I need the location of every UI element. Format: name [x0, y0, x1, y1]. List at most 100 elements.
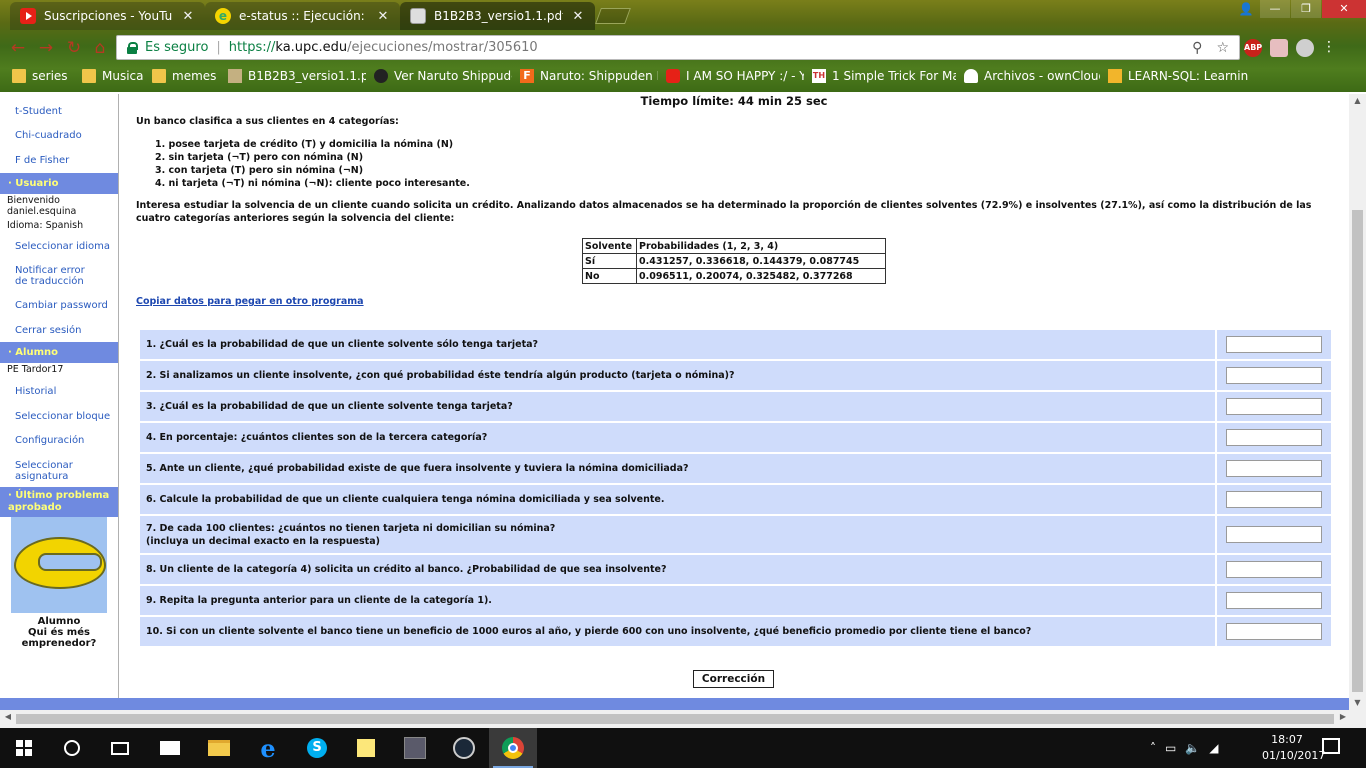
table-cell: No [582, 268, 637, 284]
bookmark-pdf[interactable]: B1B2B3_versio1.1.pdf [228, 62, 366, 90]
sidebar-link-change-password[interactable]: Cambiar password [0, 300, 118, 311]
sidebar-link-select-block[interactable]: Seleccionar bloque [0, 411, 118, 422]
sidebar-link-logout[interactable]: Cerrar sesión [0, 325, 118, 336]
bookmark-label: memes [172, 69, 217, 83]
restore-button[interactable]: ❐ [1291, 0, 1321, 18]
bookmark-simple-trick[interactable]: TH 1 Simple Trick For Ma [812, 62, 956, 90]
close-icon[interactable]: ✕ [571, 9, 585, 24]
extension-icon[interactable] [1296, 39, 1314, 57]
wifi-icon[interactable]: ◢ [1209, 741, 1218, 755]
home-icon[interactable]: ⌂ [90, 38, 110, 58]
page-footer-band [0, 698, 1349, 710]
e-status-logo[interactable] [11, 517, 107, 613]
bookmark-series[interactable]: series [12, 62, 74, 90]
chrome-app[interactable] [489, 728, 537, 768]
sticky-notes-app[interactable] [342, 728, 390, 768]
address-bar[interactable]: Es seguro | https:// ka.upc.edu /ejecuci… [116, 35, 1240, 60]
tab-youtube[interactable]: Suscripciones - YouTube ✕ [10, 2, 205, 30]
bookmark-youtube[interactable]: I AM SO HAPPY :/ - Y [666, 62, 804, 90]
question-row: 4. En porcentaje: ¿cuántos clientes son … [140, 423, 1331, 454]
sidebar-link-configuration[interactable]: Configuración [0, 435, 118, 446]
answer-input-4[interactable] [1226, 429, 1322, 446]
questions-list: 1. ¿Cuál es la probabilidad de que un cl… [140, 330, 1331, 648]
close-icon[interactable]: ✕ [181, 9, 195, 24]
zoom-icon[interactable]: ⚲ [1192, 40, 1202, 56]
sidebar-header-usuario: · Usuario [0, 173, 118, 194]
answer-input-1[interactable] [1226, 336, 1322, 353]
bookmarks-bar: series Musica memes B1B2B3_versio1.1.pdf… [0, 62, 1366, 90]
file-explorer-app[interactable] [195, 728, 243, 768]
answer-input-7[interactable] [1226, 526, 1322, 543]
answer-input-3[interactable] [1226, 398, 1322, 415]
window-close-button[interactable]: ✕ [1322, 0, 1366, 18]
chevron-up-icon[interactable]: ˄ [1150, 741, 1156, 755]
bookmark-musica[interactable]: Musica [82, 62, 144, 90]
scroll-left-icon[interactable]: ◀ [1, 712, 15, 721]
answer-input-5[interactable] [1226, 460, 1322, 477]
edge-app[interactable]: e [244, 728, 292, 768]
answer-input-8[interactable] [1226, 561, 1322, 578]
sidebar-link-report-error[interactable]: Notificar error de traducción [0, 265, 100, 287]
sidebar-link-chi-cuadrado[interactable]: Chi-cuadrado [0, 130, 118, 141]
adblock-plus-icon[interactable]: ABP [1244, 39, 1262, 57]
url-host: ka.upc.edu [275, 40, 348, 55]
scrollbar-thumb[interactable] [1352, 210, 1363, 692]
sidebar-link-historial[interactable]: Historial [0, 386, 118, 397]
bookmark-memes[interactable]: memes [152, 62, 220, 90]
notifications-icon[interactable] [1322, 738, 1340, 754]
scrollbar-thumb[interactable] [16, 714, 1334, 724]
bookmark-label: Musica [102, 69, 144, 83]
forward-arrow-icon[interactable]: → [36, 38, 56, 58]
volume-icon[interactable]: 🔈 [1185, 741, 1200, 755]
minimize-button[interactable]: — [1260, 0, 1290, 18]
battery-icon[interactable]: ▭ [1165, 741, 1176, 755]
sidebar-link-f-fisher[interactable]: F de Fisher [0, 155, 118, 166]
steam-icon [453, 737, 475, 759]
answer-input-6[interactable] [1226, 491, 1322, 508]
photo-app[interactable] [391, 728, 439, 768]
copy-data-link[interactable]: Copiar datos para pegar en otro programa [136, 296, 364, 307]
th-site-icon: TH [812, 69, 826, 83]
tab-pdf[interactable]: B1B2B3_versio1.1.pdf ✕ [400, 2, 595, 30]
horizontal-scrollbar[interactable]: ◀ ▶ [0, 710, 1366, 728]
profile-icon[interactable]: 👤 [1234, 0, 1258, 18]
steam-app[interactable] [440, 728, 488, 768]
answer-input-2[interactable] [1226, 367, 1322, 384]
mail-app[interactable] [146, 728, 194, 768]
lock-icon[interactable] [127, 41, 138, 54]
sidebar-link-select-language[interactable]: Seleccionar idioma [0, 241, 118, 252]
answer-input-9[interactable] [1226, 592, 1322, 609]
tab-e-status[interactable]: e e-status :: Ejecución: Vict ✕ [205, 2, 400, 30]
correction-button[interactable]: Corrección [693, 670, 774, 688]
cortana-icon [64, 740, 80, 756]
back-arrow-icon[interactable]: ← [8, 38, 28, 58]
sidebar-link-select-subject[interactable]: Seleccionar asignatura [0, 460, 80, 482]
clock[interactable]: 18:07 01/10/2017 [1262, 732, 1325, 764]
scroll-right-icon[interactable]: ▶ [1336, 712, 1350, 721]
extension-icon[interactable] [1270, 39, 1288, 57]
menu-icon[interactable]: ⋮ [1322, 39, 1336, 57]
skype-app[interactable]: S [293, 728, 341, 768]
task-view-button[interactable] [96, 728, 144, 768]
new-tab-button[interactable] [595, 8, 631, 24]
question-text: 4. En porcentaje: ¿cuántos clientes son … [146, 432, 488, 443]
star-icon[interactable]: ☆ [1216, 40, 1229, 56]
vertical-scrollbar[interactable]: ▲ ▼ [1349, 94, 1366, 710]
bookmark-learn-sql[interactable]: LEARN-SQL: Learning [1108, 62, 1248, 90]
bookmark-owncloud[interactable]: Archivos - ownCloud [964, 62, 1100, 90]
question-text: 1. ¿Cuál es la probabilidad de que un cl… [146, 339, 539, 350]
bookmark-naruto-f[interactable]: F Naruto: Shippuden F [520, 62, 658, 90]
answer-input-10[interactable] [1226, 623, 1322, 640]
bookmark-label: B1B2B3_versio1.1.pdf [248, 69, 366, 83]
start-button[interactable] [0, 728, 48, 768]
table-header: Probabilidades (1, 2, 3, 4) [636, 238, 886, 254]
question-row: 5. Ante un cliente, ¿qué probabilidad ex… [140, 454, 1331, 485]
category-item: 1. posee tarjeta de crédito (T) y domici… [155, 139, 454, 150]
close-icon[interactable]: ✕ [376, 9, 390, 24]
cortana-button[interactable] [48, 728, 96, 768]
sidebar-link-t-student[interactable]: t-Student [0, 106, 118, 117]
scroll-down-icon[interactable]: ▼ [1349, 696, 1366, 710]
scroll-up-icon[interactable]: ▲ [1349, 94, 1366, 108]
bookmark-naruto[interactable]: Ver Naruto Shippude [374, 62, 512, 90]
reload-icon[interactable]: ↻ [64, 38, 84, 58]
